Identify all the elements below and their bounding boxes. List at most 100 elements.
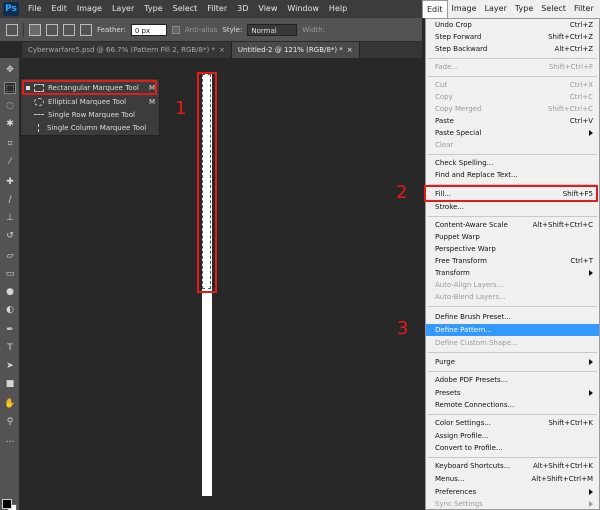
menu-window[interactable]: Window xyxy=(282,0,324,18)
menu-item-stroke[interactable]: Stroke... xyxy=(426,201,599,213)
menu-item-cut[interactable]: Cut Ctrl+X xyxy=(426,79,599,91)
menu-item-paste-special[interactable]: Paste Special xyxy=(426,127,599,139)
menu-item-paste[interactable]: Paste Ctrl+V xyxy=(426,115,599,127)
clone-stamp-tool-icon[interactable]: ⊥ xyxy=(4,212,16,224)
menu-item-fade[interactable]: Fade... Shift+Ctrl+F xyxy=(426,61,599,73)
eyedropper-tool-icon[interactable]: ⁄ xyxy=(4,156,16,168)
shape-tool-icon[interactable]: ■ xyxy=(4,378,16,390)
feather-input[interactable]: 0 px xyxy=(130,23,167,36)
submenu-arrow-icon xyxy=(589,489,593,495)
menu-item-puppet-warp[interactable]: Puppet Warp xyxy=(426,231,599,243)
blur-tool-icon[interactable]: ● xyxy=(4,286,16,298)
menu-item-keyboard-shortcuts[interactable]: Keyboard Shortcuts... Alt+Shift+Ctrl+K xyxy=(426,460,599,472)
menu-layer[interactable]: Layer xyxy=(107,0,139,18)
menu-item-step-forward[interactable]: Step Forward Shift+Ctrl+Z xyxy=(426,31,599,43)
style-select[interactable]: Normal xyxy=(247,23,298,36)
lasso-tool-icon[interactable]: ◌ xyxy=(4,100,16,112)
menu-item-perspective-warp[interactable]: Perspective Warp xyxy=(426,243,599,255)
menu-item-find-replace[interactable]: Find and Replace Text... xyxy=(426,169,599,181)
menu-item-define-pattern[interactable]: Define Pattern... xyxy=(426,324,599,336)
menu-layer-2[interactable]: Layer xyxy=(481,0,511,18)
menu-item-clear[interactable]: Clear xyxy=(426,139,599,151)
menu-item-check-spelling[interactable]: Check Spelling... xyxy=(426,157,599,169)
menu-item-color-settings[interactable]: Color Settings... Shift+Ctrl+K xyxy=(426,417,599,429)
close-icon[interactable]: × xyxy=(219,42,225,58)
menu-item-auto-blend[interactable]: Auto-Blend Layers... xyxy=(426,291,599,303)
second-menu-bar: Edit Image Layer Type Select Filter xyxy=(422,0,600,18)
menu-item-step-backward[interactable]: Step Backward Alt+Ctrl+Z xyxy=(426,43,599,55)
menu-3d[interactable]: 3D xyxy=(232,0,253,18)
close-icon[interactable]: × xyxy=(347,42,353,58)
crop-tool-icon[interactable]: ⌗ xyxy=(4,138,16,150)
menu-view[interactable]: View xyxy=(253,0,282,18)
menu-item-transform[interactable]: Transform xyxy=(426,267,599,279)
tab-label: Untitled-2 @ 121% (RGB/8*) * xyxy=(237,46,343,54)
menu-item-preferences[interactable]: Preferences xyxy=(426,486,599,498)
step-number-3: 3 xyxy=(397,318,409,339)
menu-item-remote-connections[interactable]: Remote Connections... xyxy=(426,399,599,411)
menu-item-sync-settings[interactable]: Sync Settings xyxy=(426,498,599,510)
tab-untitled-2[interactable]: Untitled-2 @ 121% (RGB/8*) * × xyxy=(231,42,360,58)
menu-type[interactable]: Type xyxy=(139,0,167,18)
type-tool-icon[interactable]: T xyxy=(4,342,16,354)
menu-item-menus[interactable]: Menus... Alt+Shift+Ctrl+M xyxy=(426,473,599,485)
marquee-tool-icon[interactable]: ⬚ xyxy=(4,82,16,94)
healing-tool-icon[interactable]: ✚ xyxy=(4,176,16,188)
menu-item-copy-merged[interactable]: Copy Merged Shift+Ctrl+C xyxy=(426,103,599,115)
flyout-item-shortcut: M xyxy=(148,97,155,106)
subtract-selection-icon[interactable] xyxy=(63,23,75,36)
menu-item-content-aware-scale[interactable]: Content-Aware Scale Alt+Shift+Ctrl+C xyxy=(426,219,599,231)
antialias-label: Anti-alias xyxy=(184,25,218,34)
menu-separator xyxy=(428,371,597,372)
gradient-tool-icon[interactable]: ▭ xyxy=(4,268,16,280)
single-row-marquee-icon xyxy=(34,114,44,115)
menu-file[interactable]: File xyxy=(23,0,46,18)
marquee-preset-icon[interactable] xyxy=(6,23,18,36)
tab-cyberwarfare[interactable]: Cyberwarfare5.psd @ 66.7% (Pattern Fill … xyxy=(22,42,232,58)
antialias-checkbox[interactable] xyxy=(171,25,180,34)
flyout-single-row-marquee[interactable]: Single Row Marquee Tool xyxy=(23,108,159,121)
menu-item-auto-align[interactable]: Auto-Align Layers... xyxy=(426,279,599,291)
more-tools-icon[interactable]: … xyxy=(4,434,16,446)
menu-item-presets[interactable]: Presets xyxy=(426,387,599,399)
flyout-single-column-marquee[interactable]: Single Column Marquee Tool xyxy=(23,121,159,134)
new-selection-icon[interactable] xyxy=(29,23,41,36)
menu-item-free-transform[interactable]: Free Transform Ctrl+T xyxy=(426,255,599,267)
flyout-elliptical-marquee[interactable]: Elliptical Marquee Tool M xyxy=(23,95,159,108)
menu-edit[interactable]: Edit xyxy=(46,0,72,18)
foreground-color-swatch[interactable] xyxy=(2,499,12,509)
quick-select-tool-icon[interactable]: ✱ xyxy=(4,118,16,130)
menu-edit-open[interactable]: Edit xyxy=(422,0,448,18)
submenu-arrow-icon xyxy=(589,270,593,276)
menu-filter-2[interactable]: Filter xyxy=(570,0,598,18)
menu-item-define-custom-shape[interactable]: Define Custom Shape... xyxy=(426,337,599,349)
menu-item-undo-crop[interactable]: Undo Crop Ctrl+Z xyxy=(426,19,599,31)
feather-label: Feather: xyxy=(97,25,126,34)
menu-type-2[interactable]: Type xyxy=(511,0,537,18)
zoom-tool-icon[interactable]: ⚲ xyxy=(4,416,16,428)
dodge-tool-icon[interactable]: ◐ xyxy=(4,304,16,316)
brush-tool-icon[interactable]: ∕ xyxy=(4,194,16,206)
menu-item-purge[interactable]: Purge xyxy=(426,356,599,368)
step-number-1: 1 xyxy=(175,98,187,119)
menu-image-2[interactable]: Image xyxy=(448,0,481,18)
hand-tool-icon[interactable]: ✋ xyxy=(4,398,16,410)
eraser-tool-icon[interactable]: ▱ xyxy=(4,250,16,262)
history-brush-tool-icon[interactable]: ↺ xyxy=(4,230,16,242)
pen-tool-icon[interactable]: ✒ xyxy=(4,324,16,336)
menu-item-copy[interactable]: Copy Ctrl+C xyxy=(426,91,599,103)
add-selection-icon[interactable] xyxy=(46,23,58,36)
intersect-selection-icon[interactable] xyxy=(80,23,92,36)
menu-filter[interactable]: Filter xyxy=(202,0,232,18)
menu-item-adobe-pdf-presets[interactable]: Adobe PDF Presets... xyxy=(426,374,599,386)
flyout-item-label: Elliptical Marquee Tool xyxy=(48,97,127,106)
menu-item-define-brush[interactable]: Define Brush Preset... xyxy=(426,311,599,323)
menu-select-2[interactable]: Select xyxy=(537,0,570,18)
menu-help[interactable]: Help xyxy=(324,0,352,18)
menu-item-assign-profile[interactable]: Assign Profile... xyxy=(426,430,599,442)
menu-image[interactable]: Image xyxy=(72,0,107,18)
move-tool-icon[interactable]: ✥ xyxy=(4,64,16,76)
menu-select[interactable]: Select xyxy=(168,0,203,18)
path-select-tool-icon[interactable]: ➤ xyxy=(4,360,16,372)
menu-item-convert-profile[interactable]: Convert to Profile... xyxy=(426,442,599,454)
